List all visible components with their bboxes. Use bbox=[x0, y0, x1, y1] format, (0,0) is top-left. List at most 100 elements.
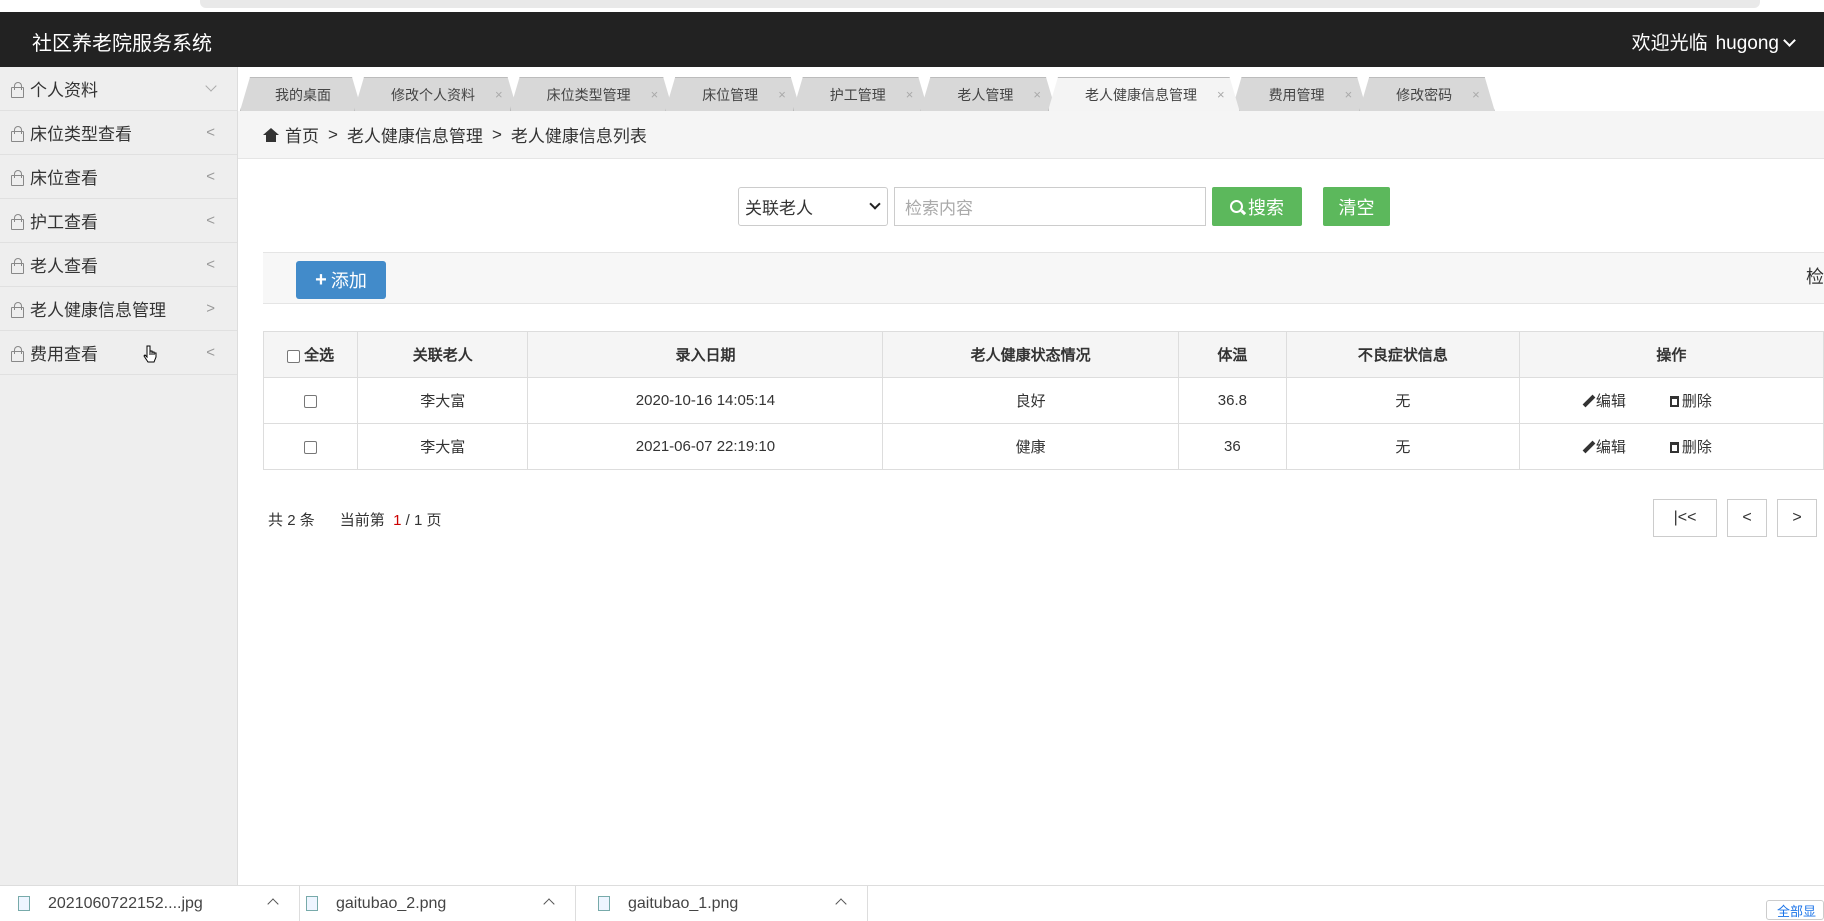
sidebar-item-label: 老人健康信息管理 bbox=[30, 301, 166, 320]
sidebar: 个人资料 床位类型查看 < 床位查看 < 护工查看 < 老人查看 < 老人健康信… bbox=[0, 67, 238, 885]
sidebar-item-profile[interactable]: 个人资料 bbox=[0, 67, 237, 111]
breadcrumb-level2: 老人健康信息列表 bbox=[510, 127, 647, 146]
search-input[interactable]: 检索内容 bbox=[894, 187, 1206, 226]
clear-button[interactable]: 清空 bbox=[1323, 187, 1390, 226]
tab-fee[interactable]: 费用管理 × bbox=[1232, 77, 1368, 111]
chevron-up-icon[interactable] bbox=[835, 898, 847, 910]
sidebar-item-label: 费用查看 bbox=[30, 345, 98, 364]
chevron-left-icon: < bbox=[206, 124, 215, 141]
close-icon[interactable]: × bbox=[1472, 87, 1480, 102]
user-menu[interactable]: 欢迎光临 hugong bbox=[1631, 28, 1796, 55]
row-select-cell bbox=[262, 423, 359, 470]
breadcrumb-level1[interactable]: 老人健康信息管理 bbox=[347, 122, 483, 147]
close-icon[interactable]: × bbox=[651, 87, 659, 102]
chevron-left-icon: < bbox=[206, 168, 215, 185]
cell-status: 健康 bbox=[882, 423, 1179, 470]
plus-icon: + bbox=[315, 268, 327, 291]
tab-edit-profile[interactable]: 修改个人资料 × bbox=[354, 77, 518, 111]
download-bar: 2021060722152....jpg gaitubao_2.png gait… bbox=[0, 885, 1824, 921]
prev-page-button[interactable]: < bbox=[1727, 499, 1767, 537]
cell-status: 良好 bbox=[882, 377, 1179, 424]
download-item[interactable]: gaitubao_2.png bbox=[306, 886, 576, 921]
search-button-label: 搜索 bbox=[1248, 197, 1284, 218]
table-row: 李大富 2020-10-16 14:05:14 良好 36.8 无 编辑 删除 bbox=[262, 377, 1824, 424]
edit-button[interactable]: 编辑 bbox=[1582, 439, 1648, 456]
select-all-checkbox[interactable] bbox=[286, 349, 300, 363]
close-icon[interactable]: × bbox=[906, 87, 914, 102]
breadcrumb-home[interactable]: 首页 bbox=[285, 122, 319, 147]
chevron-up-icon[interactable] bbox=[543, 898, 555, 910]
download-item[interactable]: gaitubao_1.png bbox=[598, 886, 868, 921]
app-header: 社区养老院服务系统 欢迎光临 hugong bbox=[0, 12, 1824, 67]
sidebar-item-health[interactable]: 老人健康信息管理 > bbox=[0, 287, 237, 331]
add-button[interactable]: + 添加 bbox=[296, 261, 386, 299]
welcome-text: 欢迎光临 bbox=[1631, 33, 1708, 54]
cell-temp: 36.8 bbox=[1177, 377, 1287, 424]
close-icon[interactable]: × bbox=[1345, 87, 1353, 102]
pager-info: 共 2 条 当前第 1 / 1 页 bbox=[268, 509, 441, 530]
close-icon[interactable]: × bbox=[1033, 87, 1041, 102]
browser-bar bbox=[200, 0, 1760, 8]
sidebar-item-caregiver[interactable]: 护工查看 < bbox=[0, 199, 237, 243]
sidebar-item-label: 床位查看 bbox=[30, 169, 98, 188]
sidebar-item-bed-type[interactable]: 床位类型查看 < bbox=[0, 111, 237, 155]
pager-current-prefix: 当前第 bbox=[339, 512, 385, 529]
breadcrumb-separator: > bbox=[328, 124, 338, 144]
tab-bed-type[interactable]: 床位类型管理 × bbox=[510, 77, 674, 111]
sidebar-item-label: 床位类型查看 bbox=[30, 125, 132, 144]
pager-total-suffix: 条 bbox=[299, 512, 315, 529]
search-button[interactable]: 搜索 bbox=[1212, 187, 1302, 226]
trash-icon bbox=[1669, 442, 1679, 453]
delete-button[interactable]: 删除 bbox=[1669, 393, 1734, 410]
sidebar-item-bed[interactable]: 床位查看 < bbox=[0, 155, 237, 199]
tab-elder[interactable]: 老人管理 × bbox=[920, 77, 1056, 111]
sidebar-item-fee[interactable]: 费用查看 < bbox=[0, 331, 237, 375]
table-header-row: 全选 关联老人 录入日期 老人健康状态情况 体温 不良症状信息 操作 bbox=[262, 331, 1824, 378]
cell-elder: 李大富 bbox=[357, 423, 529, 470]
close-icon[interactable]: × bbox=[1217, 87, 1225, 102]
chevron-left-icon: < bbox=[206, 212, 215, 229]
pencil-icon bbox=[1582, 440, 1596, 454]
tab-health[interactable]: 老人健康信息管理 × bbox=[1048, 77, 1240, 111]
chevron-down-icon bbox=[869, 198, 881, 210]
column-header-ops: 操作 bbox=[1518, 331, 1824, 378]
chevron-up-icon[interactable] bbox=[267, 898, 279, 910]
tab-label: 护工管理 bbox=[829, 86, 886, 103]
close-icon[interactable]: × bbox=[778, 87, 786, 102]
tab-bed[interactable]: 床位管理 × bbox=[665, 77, 801, 111]
chevron-left-icon: < bbox=[206, 344, 215, 361]
column-header-temp: 体温 bbox=[1177, 331, 1287, 378]
tab-caregiver[interactable]: 护工管理 × bbox=[793, 77, 929, 111]
edit-button[interactable]: 编辑 bbox=[1582, 393, 1648, 410]
tab-label: 床位类型管理 bbox=[546, 86, 631, 103]
pager-current: 1 bbox=[393, 512, 402, 529]
sidebar-item-elder[interactable]: 老人查看 < bbox=[0, 243, 237, 287]
row-checkbox[interactable] bbox=[304, 440, 318, 454]
breadcrumb: 首页 > 老人健康信息管理 > 老人健康信息列表 bbox=[238, 111, 1824, 159]
show-all-downloads-button[interactable]: 全部显 bbox=[1766, 900, 1824, 920]
search-bar: 关联老人 检索内容 搜索 清空 bbox=[738, 187, 1390, 226]
lock-icon bbox=[10, 213, 24, 230]
search-field-value: 关联老人 bbox=[745, 199, 813, 218]
delete-button[interactable]: 删除 bbox=[1669, 439, 1734, 456]
cell-elder: 李大富 bbox=[357, 377, 529, 424]
toolbar-right-text[interactable]: 检 bbox=[1806, 263, 1824, 289]
download-item[interactable]: 2021060722152....jpg bbox=[18, 886, 300, 921]
health-table: 全选 关联老人 录入日期 老人健康状态情况 体温 不良症状信息 操作 李大富 2… bbox=[262, 331, 1824, 470]
lock-icon bbox=[10, 81, 24, 98]
tab-password[interactable]: 修改密码 × bbox=[1359, 77, 1495, 111]
search-field-select[interactable]: 关联老人 bbox=[738, 187, 888, 226]
add-button-label: 添加 bbox=[330, 271, 367, 291]
pager-total: 2 bbox=[287, 512, 296, 529]
file-icon bbox=[306, 896, 318, 911]
tab-desktop[interactable]: 我的桌面 bbox=[240, 77, 362, 111]
file-icon bbox=[18, 896, 30, 911]
pager-total-prefix: 共 bbox=[268, 512, 284, 529]
first-page-button[interactable]: |<< bbox=[1653, 499, 1717, 537]
select-all-header[interactable]: 全选 bbox=[262, 331, 359, 378]
row-checkbox[interactable] bbox=[304, 394, 318, 408]
next-page-button[interactable]: > bbox=[1777, 499, 1817, 537]
download-filename: 2021060722152....jpg bbox=[48, 894, 203, 912]
main-content: 首页 > 老人健康信息管理 > 老人健康信息列表 关联老人 检索内容 搜索 清空… bbox=[238, 111, 1824, 885]
close-icon[interactable]: × bbox=[495, 87, 503, 102]
